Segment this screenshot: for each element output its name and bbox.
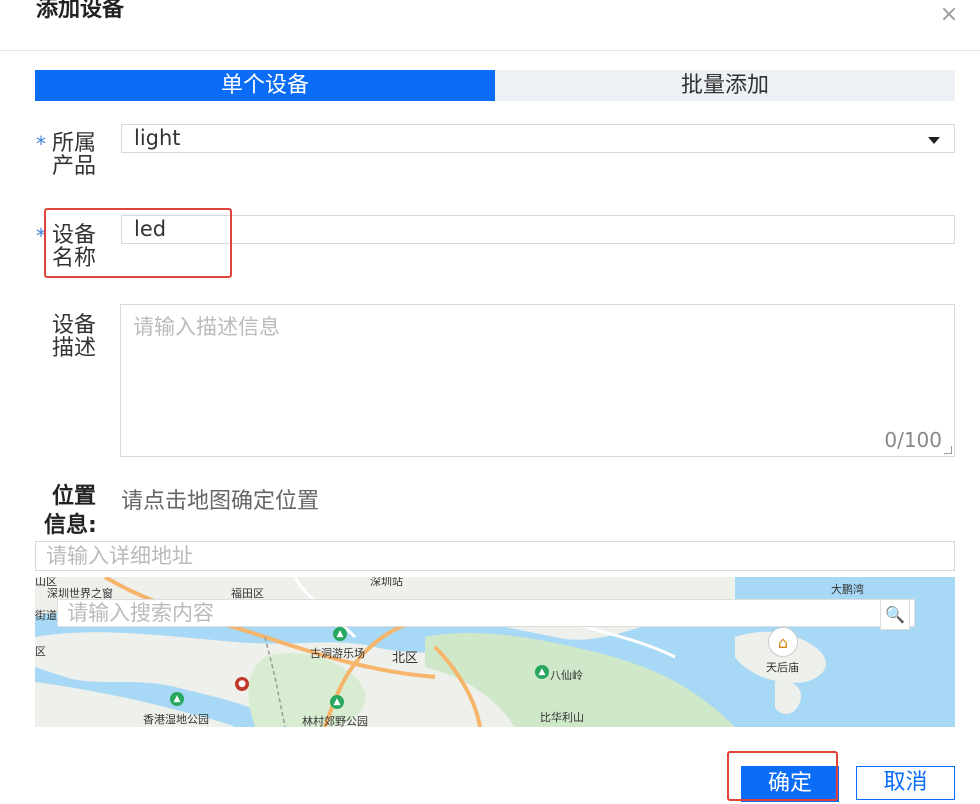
- resize-handle[interactable]: [944, 446, 952, 454]
- mode-tabs: 单个设备 批量添加: [35, 70, 955, 101]
- product-label-line1: 所属: [52, 131, 97, 156]
- location-label-line2: 信息:: [44, 513, 97, 538]
- location-hint: 请点击地图确定位置: [121, 489, 320, 514]
- product-label: 所属 产品: [52, 132, 96, 178]
- map-label: 北区: [392, 651, 419, 666]
- map-label: 林村郊野公园: [302, 715, 368, 727]
- required-mark: *: [36, 132, 46, 156]
- product-label-line2: 产品: [52, 154, 97, 179]
- description-placeholder: 请输入描述信息: [133, 315, 280, 339]
- description-label-line1: 设备: [52, 313, 97, 338]
- address-placeholder: 请输入详细地址: [46, 544, 193, 568]
- device-name-input[interactable]: led: [121, 215, 955, 244]
- map-label: 深圳站: [370, 577, 403, 588]
- char-counter: 0/100: [884, 428, 942, 452]
- cancel-button[interactable]: 取消: [856, 766, 955, 800]
- map-label: 区: [35, 645, 46, 658]
- description-label-line2: 描述: [52, 336, 97, 361]
- map-label: 大鹏湾: [831, 583, 864, 596]
- description-label: 设备 描述: [52, 314, 96, 360]
- location-map[interactable]: 山区 深圳世界之窗 福田区 深圳站 大鹏湾 街道 古洞游乐场 北区 八仙岭 天后…: [35, 577, 955, 727]
- park-icon: ▲: [170, 692, 184, 706]
- map-label: 香港湿地公园: [143, 713, 209, 726]
- add-device-dialog: 添加设备 × 单个设备 批量添加 * 所属 产品 light * 设备 名称 l…: [0, 0, 980, 804]
- map-search-input[interactable]: 请输入搜索内容: [57, 599, 915, 627]
- chevron-down-icon: [928, 137, 940, 144]
- map-label: 古洞游乐场: [310, 647, 365, 660]
- map-label: 天后庙: [766, 661, 799, 674]
- search-icon[interactable]: 🔍: [880, 599, 910, 630]
- highlight-box-confirm: [727, 751, 838, 801]
- close-icon[interactable]: ×: [936, 2, 962, 28]
- map-search-placeholder: 请输入搜索内容: [67, 601, 214, 625]
- header-divider: [0, 50, 980, 51]
- map-label: 比华利山: [540, 711, 584, 724]
- product-select-value: light: [134, 126, 181, 150]
- map-label: 街道: [35, 609, 57, 622]
- address-input[interactable]: 请输入详细地址: [35, 541, 955, 571]
- product-select[interactable]: light: [121, 124, 955, 153]
- dialog-title: 添加设备: [36, 0, 125, 22]
- park-icon: ▲: [330, 695, 344, 709]
- park-icon: ▲: [333, 627, 347, 641]
- station-icon: ●: [235, 677, 249, 691]
- highlight-box-name: [44, 208, 232, 278]
- park-icon: ▲: [535, 665, 549, 679]
- map-label: 八仙岭: [550, 669, 583, 682]
- tab-single-device[interactable]: 单个设备: [35, 70, 495, 101]
- description-textarea[interactable]: 请输入描述信息 0/100: [120, 304, 955, 457]
- location-label-line1: 位置: [52, 484, 97, 509]
- temple-icon: ⌂: [768, 627, 798, 657]
- tab-batch-add[interactable]: 批量添加: [495, 70, 955, 101]
